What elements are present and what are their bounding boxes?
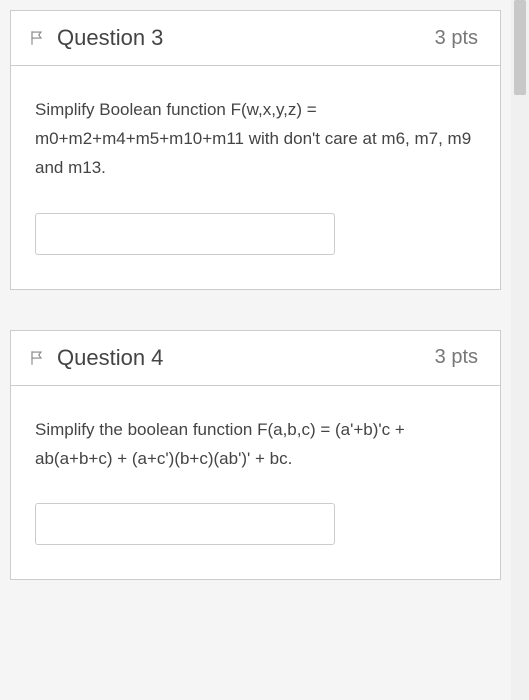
scrollbar-thumb[interactable] xyxy=(514,0,526,95)
question-prompt: Simplify the boolean function F(a,b,c) =… xyxy=(35,416,476,474)
question-title: Question 3 xyxy=(57,25,163,51)
question-header: Question 3 3 pts xyxy=(11,11,500,66)
answer-input[interactable] xyxy=(35,213,335,255)
question-points: 3 pts xyxy=(435,346,478,369)
flag-icon[interactable] xyxy=(29,349,47,367)
scrollbar-track[interactable] xyxy=(511,0,529,700)
question-header-left: Question 3 xyxy=(29,25,163,51)
question-card-3: Question 3 3 pts Simplify Boolean functi… xyxy=(10,10,501,290)
question-header-left: Question 4 xyxy=(29,345,163,371)
question-points: 3 pts xyxy=(435,27,478,50)
flag-icon[interactable] xyxy=(29,29,47,47)
question-card-4: Question 4 3 pts Simplify the boolean fu… xyxy=(10,330,501,581)
question-body: Simplify the boolean function F(a,b,c) =… xyxy=(11,386,500,580)
question-header: Question 4 3 pts xyxy=(11,331,500,386)
question-title: Question 4 xyxy=(57,345,163,371)
question-prompt: Simplify Boolean function F(w,x,y,z) = m… xyxy=(35,96,476,183)
question-body: Simplify Boolean function F(w,x,y,z) = m… xyxy=(11,66,500,289)
answer-input[interactable] xyxy=(35,503,335,545)
